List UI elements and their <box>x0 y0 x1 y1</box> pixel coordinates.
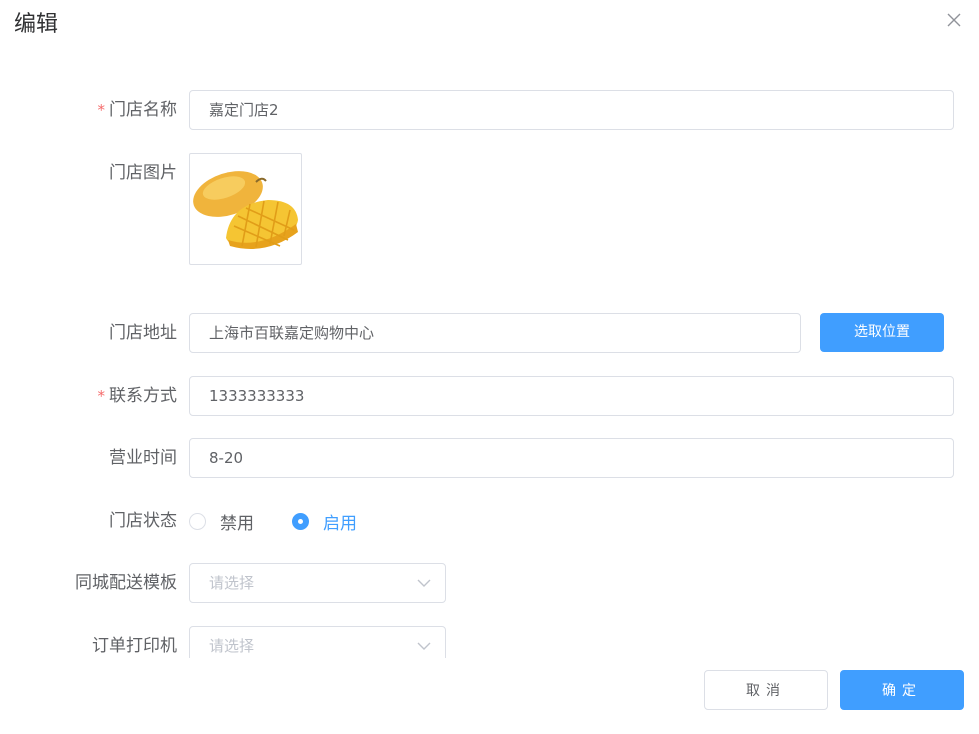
delivery-template-label: 同城配送模板 <box>75 573 177 593</box>
dialog-title: 编辑 <box>14 12 59 37</box>
delivery-template-select[interactable]: 请选择 <box>189 563 446 603</box>
pick-location-button[interactable]: 选取位置 <box>820 313 944 352</box>
confirm-button[interactable]: 确定 <box>840 670 964 710</box>
contact-label-text: 联系方式 <box>109 386 177 406</box>
close-icon[interactable] <box>944 10 964 30</box>
store-image-upload[interactable] <box>189 153 302 265</box>
store-image-label: 门店图片 <box>109 163 177 183</box>
store-name-input[interactable]: 嘉定门店2 <box>189 90 954 130</box>
printer-select[interactable]: 请选择 <box>189 626 446 658</box>
chevron-down-icon[interactable] <box>417 640 431 652</box>
required-mark: * <box>97 387 106 405</box>
printer-label: 订单打印机 <box>92 636 177 656</box>
status-radio-disabled-label: 禁用 <box>220 513 254 534</box>
store-name-label-text: 门店名称 <box>109 100 177 120</box>
status-radio-enabled[interactable]: 启用 <box>292 511 357 534</box>
status-radio-enabled-label: 启用 <box>323 513 357 534</box>
store-address-input[interactable]: 上海市百联嘉定购物中心 <box>189 313 801 353</box>
business-hours-input[interactable]: 8-20 <box>189 438 954 478</box>
store-form: * 门店名称 嘉定门店2 门店图片 门店地址 上海市百联嘉定购物中心 选取位置 … <box>0 56 979 658</box>
cancel-button[interactable]: 取消 <box>704 670 828 710</box>
contact-input[interactable]: 1333333333 <box>189 376 954 416</box>
status-radio-disabled[interactable]: 禁用 <box>189 511 254 534</box>
business-hours-label: 营业时间 <box>109 448 177 468</box>
contact-label: * 联系方式 <box>98 384 178 408</box>
required-mark: * <box>97 101 106 119</box>
delivery-template-placeholder: 请选择 <box>209 574 255 592</box>
store-address-label: 门店地址 <box>109 323 177 343</box>
chevron-down-icon[interactable] <box>417 577 431 589</box>
mango-image <box>193 171 298 249</box>
store-status-label: 门店状态 <box>109 511 177 531</box>
edit-dialog: 编辑 * 门店名称 嘉定门店2 门店图片 门店地址 上海市百联嘉定购物中心 选取… <box>0 0 979 734</box>
radio-circle[interactable] <box>189 512 206 530</box>
store-name-label: * 门店名称 <box>98 98 178 122</box>
radio-circle[interactable] <box>292 512 309 530</box>
printer-placeholder: 请选择 <box>209 637 255 655</box>
